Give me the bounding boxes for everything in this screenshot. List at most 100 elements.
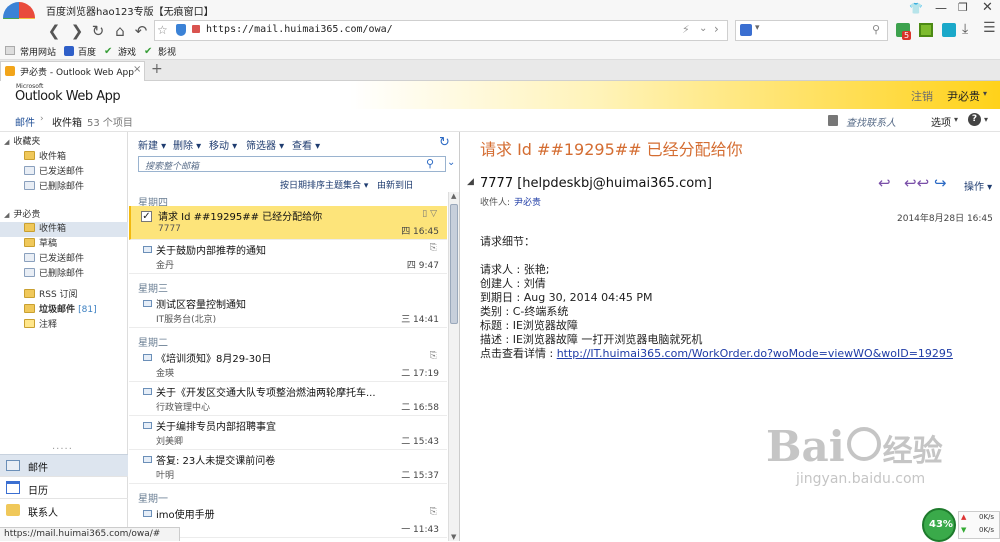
collapse-header-icon[interactable]: ◢ — [467, 177, 474, 187]
folder-deleted[interactable]: 已删除邮件 — [0, 267, 128, 282]
workorder-link[interactable]: http://IT.huimai365.com/WorkOrder.do?woM… — [557, 347, 953, 360]
screenshot-icon[interactable] — [919, 23, 933, 37]
search-icon[interactable]: ⚲ — [426, 157, 434, 170]
find-people-input[interactable]: 查找联系人 — [846, 114, 896, 129]
search-engine-dropdown-icon[interactable]: ▾ — [755, 23, 760, 33]
breadcrumb-mail[interactable]: 邮件 — [15, 114, 35, 129]
forward-icon[interactable]: ❯ — [67, 21, 87, 41]
collapse-icon[interactable]: ◢ — [4, 211, 9, 219]
nav-contacts[interactable]: 联系人 — [0, 498, 128, 520]
share-icon[interactable] — [942, 23, 956, 37]
mailbox-search-input[interactable]: 搜索整个邮箱 ⚲ — [138, 156, 446, 172]
nav-mail[interactable]: 邮件 — [0, 454, 128, 476]
options-dropdown-icon[interactable]: ▾ — [954, 115, 958, 124]
go-icon[interactable]: › — [714, 22, 719, 36]
signout-link[interactable]: 注销 — [911, 88, 933, 104]
move-button[interactable]: 移动 ▾ — [209, 137, 237, 152]
fav-deleted[interactable]: 已删除邮件 — [0, 180, 128, 195]
scroll-down-icon[interactable]: ▼ — [451, 533, 456, 541]
skin-icon[interactable]: 👕 — [909, 2, 923, 15]
message-row[interactable]: 答复: 23人未提交课前问卷 叶明 二 15:37 — [129, 450, 447, 484]
refresh-icon[interactable]: ↻ — [88, 21, 108, 41]
watermark-brand2: 经验 — [882, 434, 943, 469]
net-speed-widget[interactable]: 43% ▲ 0K/s ▼ 0K/s — [922, 505, 1000, 542]
back-icon[interactable]: ❮ — [44, 21, 64, 41]
forward-icon[interactable]: ↪ — [934, 174, 947, 192]
folder-icon — [24, 238, 35, 247]
sort-dropdown[interactable]: 按日期排序主题集合 ▾ — [280, 178, 368, 191]
tab-close-icon[interactable]: × — [133, 64, 141, 75]
list-scrollbar[interactable]: ▲ ▼ — [448, 192, 459, 541]
search-icon[interactable]: ⚲ — [872, 23, 880, 36]
sender-line[interactable]: 7777 [helpdeskbj@huimai365.com] — [480, 176, 712, 191]
body-line: 描述 : IE浏览器故障 一打开浏览器电脑就死机 — [480, 333, 703, 346]
view-button[interactable]: 查看 ▾ — [292, 137, 320, 152]
message-sender: IT服务台(北京) — [156, 315, 217, 325]
fav-sent[interactable]: 已发送邮件 — [0, 165, 128, 180]
help-dropdown-icon[interactable]: ▾ — [984, 115, 988, 124]
star-icon[interactable]: ☆ — [157, 23, 168, 37]
header-user-name[interactable]: 尹必贵 — [947, 88, 980, 104]
speed-mode-icon[interactable]: ⚡ — [682, 23, 690, 36]
search-box[interactable]: ▾ ⚲ — [735, 20, 888, 41]
scroll-up-icon[interactable]: ▲ — [451, 192, 456, 200]
to-recipient[interactable]: 尹必贵 — [514, 195, 541, 208]
flag-icon[interactable]: ▯ ▽ — [422, 209, 437, 219]
message-title: 请求 Id ##19295## 已经分配给你 — [480, 140, 743, 159]
user-dropdown-icon[interactable]: ▾ — [983, 89, 987, 98]
reply-icon[interactable]: ↩ — [878, 174, 891, 192]
options-menu[interactable]: 选项 — [931, 114, 951, 129]
url-text[interactable]: https://mail.huimai365.com/owa/ — [206, 24, 393, 35]
bookmark-video[interactable]: 影视 — [158, 45, 176, 58]
menu-icon[interactable]: ☰ — [983, 20, 996, 36]
download-icon[interactable]: ⤓ — [962, 21, 968, 37]
bookmark-common-sites[interactable]: 常用网站 — [20, 45, 56, 58]
delete-button[interactable]: 删除 ▾ — [173, 137, 201, 152]
undo-icon[interactable]: ↶ — [131, 21, 151, 41]
scroll-thumb[interactable] — [450, 204, 458, 324]
folder-junk[interactable]: 垃圾邮件 [81] — [0, 303, 128, 318]
folder-notes[interactable]: 注释 — [0, 318, 128, 333]
restore-button[interactable]: ❐ — [958, 1, 968, 14]
bookmark-games[interactable]: 游戏 — [118, 45, 136, 58]
reply-all-icon[interactable]: ↩↩ — [904, 174, 929, 192]
filter-button[interactable]: 筛选器 ▾ — [246, 137, 284, 152]
message-subject: 关于编排专员内部招聘事宜 — [156, 422, 276, 433]
message-row[interactable]: 关于鼓励内部推荐的通知 金丹 ⎘ 四 9:47 — [129, 240, 447, 274]
folder-sent[interactable]: 已发送邮件 — [0, 252, 128, 267]
home-icon[interactable]: ⌂ — [110, 21, 130, 41]
new-button[interactable]: 新建 ▾ — [138, 137, 166, 152]
bookmark-baidu[interactable]: 百度 — [78, 45, 96, 58]
message-row[interactable]: 关于《开发区交通大队专项整治燃油两轮摩托车... 行政管理中心 二 16:58 — [129, 382, 447, 416]
account-header[interactable]: ◢ 尹必贵 — [0, 208, 128, 223]
address-bar[interactable]: ☆ https://mail.huimai365.com/owa/ ⚡ ⌄ › — [154, 20, 728, 41]
actions-menu[interactable]: 操作 ▾ — [964, 178, 992, 193]
fav-inbox[interactable]: 收件箱 — [0, 150, 128, 165]
sort-order[interactable]: 由新到旧 — [377, 178, 413, 191]
close-button[interactable]: ✕ — [982, 0, 993, 15]
search-expand-icon[interactable]: ⌄ — [447, 157, 455, 168]
url-dropdown-icon[interactable]: ⌄ — [699, 23, 707, 34]
message-row[interactable]: 测试区容量控制通知 IT服务台(北京) 三 14:41 — [129, 294, 447, 328]
lock-icon — [192, 25, 200, 33]
watermark-brand: Bai — [766, 422, 845, 471]
favorites-header[interactable]: ◢ 收藏夹 — [0, 135, 128, 150]
folder-rss[interactable]: RSS 订阅 — [0, 288, 128, 303]
message-row[interactable]: 《培训须知》8月29-30日 金瑛 ⎘ 二 17:19 — [129, 348, 447, 382]
select-checkbox[interactable]: ✓ — [141, 211, 152, 222]
nav-calendar[interactable]: 日历 — [0, 476, 128, 498]
address-book-icon[interactable] — [828, 115, 838, 126]
tab-owa[interactable]: 尹必贵 - Outlook Web App × — [0, 61, 145, 81]
list-refresh-icon[interactable]: ↻ — [439, 135, 450, 150]
message-time: 二 16:58 — [401, 403, 439, 413]
paw-icon[interactable] — [740, 24, 752, 36]
message-row[interactable]: 关于编排专员内部招聘事宜 刘美卿 二 15:43 — [129, 416, 447, 450]
new-tab-button[interactable]: + — [151, 61, 163, 77]
folder-drafts[interactable]: 草稿 — [0, 237, 128, 252]
message-scroll-area: 星期四 ✓ 请求 Id ##19295## 已经分配给你 7777 ▯ ▽ 四 … — [129, 192, 460, 541]
minimize-button[interactable]: — — [935, 1, 947, 15]
collapse-icon[interactable]: ◢ — [4, 138, 9, 146]
help-icon[interactable]: ? — [968, 113, 981, 126]
message-row-selected[interactable]: ✓ 请求 Id ##19295## 已经分配给你 7777 ▯ ▽ 四 16:4… — [129, 206, 447, 240]
folder-inbox[interactable]: 收件箱 — [0, 222, 128, 237]
